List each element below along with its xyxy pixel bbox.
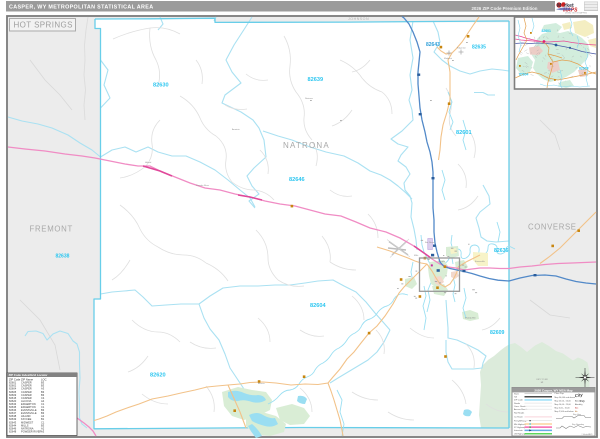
svg-text:A3: A3 (41, 429, 45, 433)
svg-text:Alcova: Alcova (258, 382, 265, 385)
svg-text:Map 10,00 - 25,00: Map 10,00 - 25,00 (555, 404, 572, 406)
svg-text:Hiland: Hiland (145, 162, 152, 164)
svg-text:Powder River: Powder River (196, 184, 209, 187)
svg-text:POWDER RIVER: POWDER RIVER (21, 429, 41, 433)
svg-text:Midwest: Midwest (444, 57, 452, 60)
svg-text:82643: 82643 (426, 42, 440, 48)
svg-text:Edgerton: Edgerton (457, 47, 467, 50)
svg-text:2026 ZIP Code Premium Edition: 2026 ZIP Code Premium Edition (471, 6, 537, 11)
svg-text:City: City (580, 399, 585, 403)
svg-text:Casper: Casper (438, 260, 445, 263)
svg-text:82639: 82639 (308, 77, 324, 83)
svg-text:82609: 82609 (490, 330, 505, 336)
svg-text:Conn. Roads: Conn. Roads (514, 406, 526, 408)
svg-text:82636: 82636 (494, 248, 509, 254)
svg-text:82620: 82620 (150, 373, 166, 379)
svg-text:Reg. Boundary: Reg. Boundary (572, 424, 584, 426)
svg-text:CASPER, WY METROPOLITAN STATIS: CASPER, WY METROPOLITAN STATISTICAL AREA (9, 5, 153, 11)
svg-text:FREMONT: FREMONT (30, 225, 73, 234)
svg-text:Map 5,00 - 10,00: Map 5,00 - 10,00 (555, 408, 571, 410)
svg-text:Natrona: Natrona (305, 97, 314, 100)
svg-text:82635: 82635 (472, 44, 486, 50)
svg-text:Map 2,500 and below: Map 2,500 and below (555, 411, 575, 413)
svg-text:ZIP Code Index/Grid Locator: ZIP Code Index/Grid Locator (9, 373, 49, 377)
svg-text:NATRONA: NATRONA (283, 141, 330, 150)
svg-text:82609: 82609 (579, 66, 589, 70)
svg-text:Roads: Roads (514, 403, 520, 405)
svg-text:82601: 82601 (456, 130, 472, 136)
svg-text:Interstate: Interstate (514, 429, 524, 432)
svg-text:82604: 82604 (310, 303, 326, 309)
svg-text:82646: 82646 (289, 177, 305, 183)
svg-text:82630: 82630 (153, 83, 169, 89)
svg-text:Map 25,00 - 50,00: Map 25,00 - 50,00 (555, 400, 572, 402)
svg-text:MI: MI (541, 382, 544, 384)
svg-text:JOHNSON: JOHNSON (348, 17, 369, 21)
svg-text:82604: 82604 (519, 72, 529, 76)
svg-text:Arminto: Arminto (232, 128, 240, 131)
svg-text:State: State (514, 392, 520, 395)
svg-text:82638: 82638 (56, 254, 70, 260)
svg-text:Rail Roads: Rail Roads (514, 412, 524, 414)
svg-text:Toll: Toll (514, 397, 518, 399)
svg-text:KEY TO MI: KEY TO MI (537, 379, 548, 381)
svg-text:ST Highway: ST Highway (514, 427, 526, 429)
svg-text:Place Pop:: Place Pop: (555, 393, 565, 395)
svg-text:DIGITAL VECTOR MAPPING: DIGITAL VECTOR MAPPING (565, 12, 588, 15)
svg-text:2026 Casper, WY MSA Map: 2026 Casper, WY MSA Map (534, 388, 572, 392)
svg-text:Muddy Mtn: Muddy Mtn (465, 317, 477, 320)
svg-text:Reg. Hwy: Reg. Hwy (573, 414, 581, 416)
svg-text:HOT SPRINGS: HOT SPRINGS (14, 21, 73, 30)
svg-text:ZIP Code: ZIP Code (514, 400, 524, 402)
svg-text:Evansville: Evansville (475, 261, 486, 263)
svg-text:Bar Nunn: Bar Nunn (425, 241, 435, 244)
svg-text:Abcdefg: Abcdefg (575, 403, 582, 406)
svg-text:CONVERSE: CONVERSE (528, 223, 577, 232)
svg-text:82601: 82601 (542, 29, 552, 33)
svg-text:82648: 82648 (9, 429, 17, 433)
svg-text:Co Route: Co Route (514, 416, 524, 419)
svg-text:Map 50,000 and above: Map 50,000 and above (555, 397, 576, 399)
svg-text:Abc: Abc (575, 407, 578, 410)
